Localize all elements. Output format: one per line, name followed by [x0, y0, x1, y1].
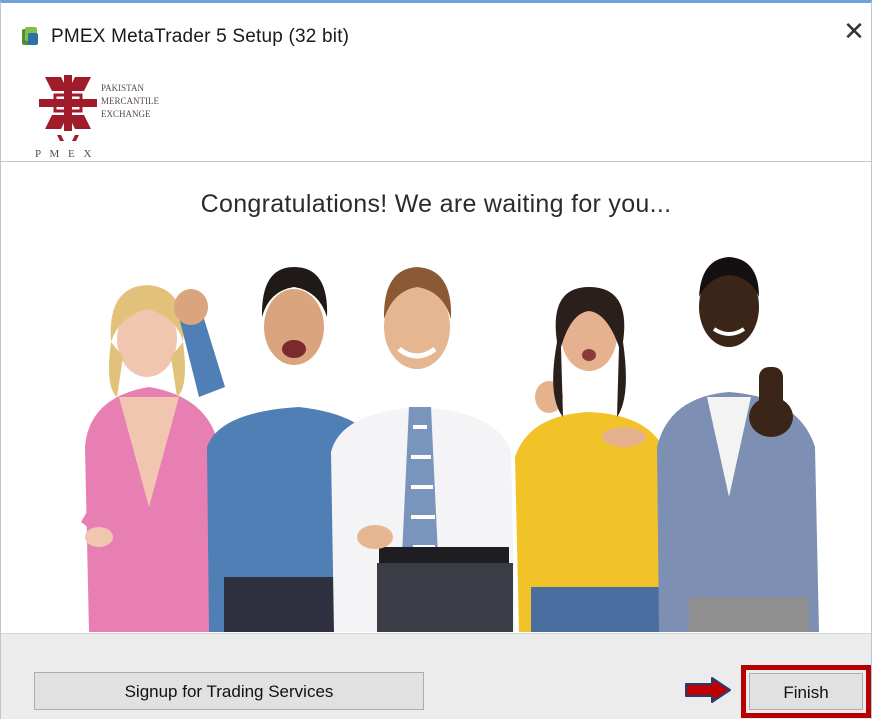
- logo-line-1: PAKISTAN: [101, 83, 144, 93]
- logo-line-3: EXCHANGE: [101, 109, 151, 119]
- person-woman-yellow: [515, 287, 669, 632]
- close-button[interactable]: ✕: [837, 15, 871, 47]
- window-title: PMEX MetaTrader 5 Setup (32 bit): [51, 26, 350, 47]
- title-bar[interactable]: PMEX MetaTrader 5 Setup (32 bit) ✕: [1, 3, 871, 47]
- person-man-tie: [331, 267, 515, 632]
- logo-line-2: MERCANTILE: [101, 96, 159, 106]
- close-icon: ✕: [843, 16, 865, 46]
- footer-bar: Signup for Trading Services Finish: [1, 633, 871, 719]
- logo-acronym: P M E X: [35, 148, 94, 160]
- finish-button[interactable]: Finish: [749, 673, 863, 710]
- team-photo: [81, 257, 819, 632]
- arrow-right-icon: [685, 677, 731, 703]
- installer-header: PAKISTAN MERCANTILE EXCHANGE P M E X: [1, 51, 871, 162]
- metatrader-icon: [22, 27, 38, 45]
- page-headline: Congratulations! We are waiting for you.…: [200, 190, 672, 218]
- pmex-logo: PAKISTAN MERCANTILE EXCHANGE P M E X: [35, 75, 159, 160]
- setup-window: PMEX MetaTrader 5 Setup (32 bit) ✕ PAKIS…: [0, 0, 872, 719]
- signup-trading-button[interactable]: Signup for Trading Services: [34, 672, 424, 710]
- main-content: Congratulations! We are waiting for you.…: [1, 162, 871, 632]
- person-man-blazer: [657, 257, 819, 632]
